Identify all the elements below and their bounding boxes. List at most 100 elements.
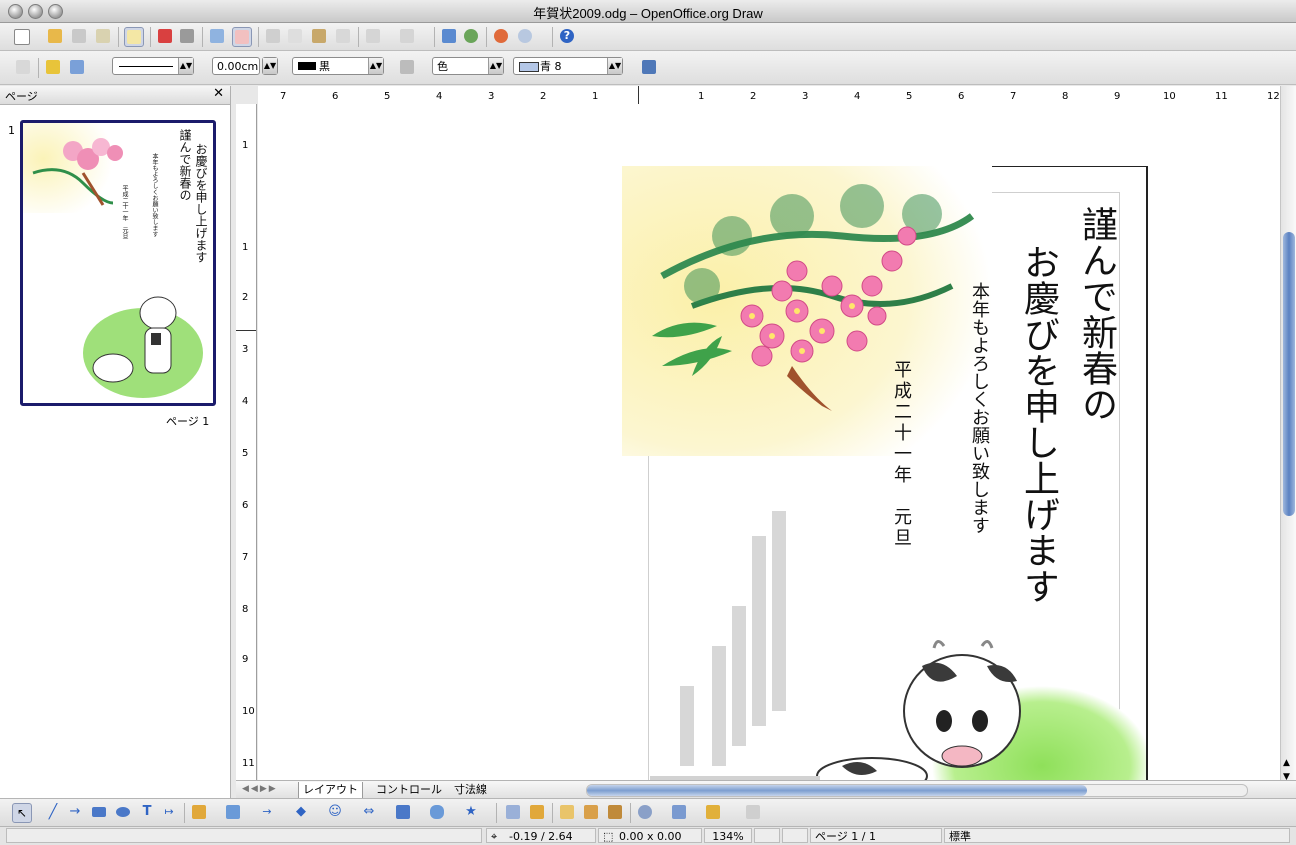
new-document-button[interactable] [12,27,30,45]
line-width-field[interactable]: 0.00cm [212,57,260,75]
tab-dimension-lines[interactable]: 寸法線 [450,782,491,798]
cut-button[interactable] [264,27,282,45]
save-button[interactable] [70,27,88,45]
layer-tab-bar: ◀◀▶▶ レイアウト コントロール 寸法線 [236,780,1296,799]
connector-icon [226,805,240,819]
status-style: 標準 [944,828,1290,843]
chart-button[interactable] [440,27,458,45]
basic-shapes-tool[interactable]: ◆ [292,803,310,821]
star-icon: ★ [465,804,477,819]
points-tool[interactable] [504,803,522,821]
lines-arrows-tool[interactable]: → [258,803,276,821]
auto-spellcheck-button[interactable] [232,27,252,47]
greeting-date[interactable]: 平成二十一年 元旦 [891,360,912,549]
area-style-select[interactable]: 色 ▲▼ [432,57,504,75]
drawing-canvas[interactable]: 謹んで新春の お慶びを申し上げます 本年もよろしくお願い致します 平成二十一年 … [258,104,1280,780]
alignment-button[interactable] [670,803,688,821]
area-button[interactable] [398,58,416,76]
gallery-button[interactable] [606,803,624,821]
tab-layout[interactable]: レイアウト [298,782,363,799]
arrow-style-button[interactable] [68,58,86,76]
tab-controls[interactable]: コントロール [372,782,446,798]
line-width-stepper[interactable]: ▲▼ [262,57,278,75]
horizontal-scroll-thumb[interactable] [587,785,1087,796]
fontwork-button[interactable] [558,803,576,821]
copy-icon [288,29,302,43]
status-size: ⬚ 0.00 x 0.00 [598,828,702,843]
zoom-button[interactable] [516,27,534,45]
vertical-ruler[interactable]: 1 1 2 3 4 5 6 7 8 9 10 11 [236,104,257,780]
arrange-button[interactable] [704,803,722,821]
select-tool[interactable]: ↖ [12,803,32,823]
status-document-modified [782,828,808,843]
window-title: 年賀状2009.odg – OpenOffice.org Draw [533,6,763,21]
paste-button[interactable] [310,27,328,45]
help-button[interactable]: ? [558,27,576,45]
symbol-shapes-tool[interactable]: ☺ [326,803,344,821]
diamond-icon: ◆ [296,804,306,819]
line-button[interactable] [44,58,62,76]
print-button[interactable] [178,27,196,45]
rotate-button[interactable] [636,803,654,821]
from-file-button[interactable] [582,803,600,821]
scroll-thumb[interactable] [1283,232,1295,516]
vertical-scrollbar[interactable]: ▲ ▼ [1280,86,1296,798]
connector-tool[interactable] [224,803,242,821]
redo-button[interactable] [398,27,416,45]
close-icon[interactable]: ✕ [213,86,224,101]
curve-tool[interactable] [190,803,208,821]
drawing-toolbar: ↖ ╱ → T ↦ → ◆ ☺ ⇔ ★ [0,798,1296,827]
spellcheck-icon [210,29,224,43]
email-button[interactable] [94,27,112,45]
extrusion-icon [746,805,760,819]
horizontal-ruler[interactable]: 7 6 5 4 3 2 1 1 2 3 4 5 6 7 8 9 10 11 12 [258,86,1280,105]
export-pdf-button[interactable] [156,27,174,45]
pointer-icon: ↖ [16,806,28,820]
new-icon [14,29,30,45]
callouts-tool[interactable] [428,803,446,821]
extrusion-button[interactable] [744,803,762,821]
line-tool[interactable]: ╱ [44,803,62,821]
styles-button[interactable] [14,58,32,76]
horizontal-scrollbar[interactable] [586,784,1248,797]
undo-button[interactable] [364,27,382,45]
tab-navigation-arrows-icon[interactable]: ◀◀▶▶ [242,784,278,794]
line-color-select[interactable]: 黒 ▲▼ [292,57,384,75]
pencil-doc-icon [127,30,141,44]
thumb-date: 平成二十一年 元旦 [121,185,128,239]
block-arrows-tool[interactable]: ⇔ [360,803,378,821]
greeting-message[interactable]: 本年もよろしくお願い致します [969,282,990,534]
line-icon: ╱ [48,804,58,820]
show-draw-functions-button[interactable] [462,27,480,45]
greeting-line-1[interactable]: 謹んで新春の [1076,206,1117,422]
area-color-select[interactable]: 青 8 ▲▼ [513,57,623,75]
page-thumbnail[interactable]: 謹んで新春の お慶びを申し上げます 本年もよろしくお願い致します 平成二十一年 … [20,120,216,406]
glue-points-tool[interactable] [528,803,546,821]
flowchart-tool[interactable] [394,803,412,821]
shadow-button[interactable] [640,58,658,76]
flowchart-icon [396,805,410,819]
open-button[interactable] [46,27,64,45]
rectangle-tool[interactable] [90,803,108,821]
arrow-line-tool[interactable]: → [66,803,84,821]
stars-tool[interactable]: ★ [462,803,480,821]
copy-button[interactable] [286,27,304,45]
edit-file-button[interactable] [124,27,144,47]
brush-icon [336,29,350,43]
spellcheck-button[interactable] [208,27,226,45]
line-style-select[interactable]: ▲▼ [112,57,194,75]
status-zoom[interactable]: 134% [704,828,752,843]
navigator-button[interactable] [492,27,510,45]
line-color-label: 黒 [319,60,330,73]
status-insert-mode[interactable] [754,828,780,843]
scroll-up-arrow-icon[interactable]: ▲ [1283,758,1290,768]
ellipse-tool[interactable] [114,803,132,821]
chevron-down-icon: ▲▼ [368,58,383,74]
thumb-greeting-2: お慶びを申し上げます [194,143,208,263]
greeting-line-2[interactable]: お慶びを申し上げます [1018,244,1059,604]
dimension-tool[interactable]: ↦ [160,803,178,821]
text-tool[interactable]: T [138,803,156,821]
magnifier-icon [518,29,532,43]
clone-formatting-button[interactable] [334,27,352,45]
gallery-icon [608,805,622,819]
